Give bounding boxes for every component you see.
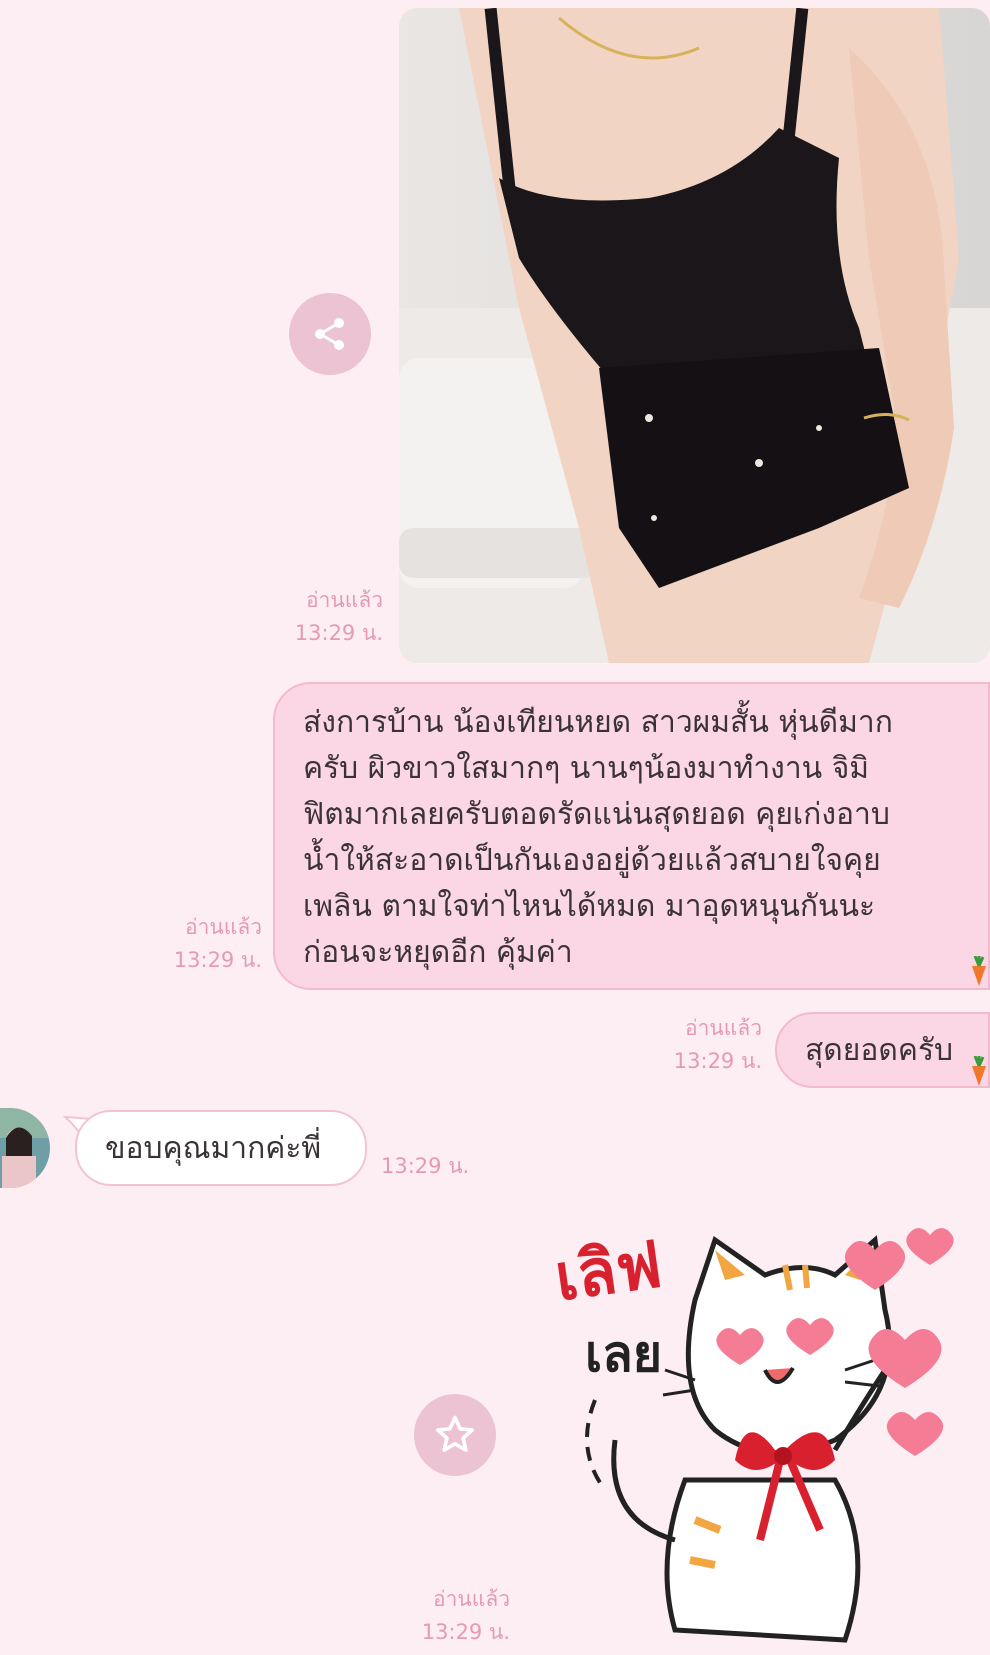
- message-time: 13:29 น.: [294, 621, 383, 645]
- sticker[interactable]: เลิฟ เลย: [545, 1220, 985, 1650]
- message-time: 13:29 น.: [173, 948, 262, 972]
- long-message-meta: อ่านแล้ว 13:29 น.: [150, 911, 262, 977]
- short-text-bubble[interactable]: สุดยอดครับ: [775, 1012, 990, 1088]
- favorite-sticker-button[interactable]: [414, 1394, 496, 1476]
- share-button[interactable]: [289, 293, 371, 375]
- photo-image: [399, 8, 990, 663]
- read-status: อ่านแล้ว: [306, 588, 383, 612]
- incoming-text-bubble[interactable]: ขอบคุณมากค่ะพี่: [75, 1110, 367, 1186]
- read-status: อ่านแล้ว: [433, 1587, 510, 1611]
- message-line: ก่อนจะหยุดอีก คุ้มค่า: [303, 935, 573, 970]
- short-message-meta: อ่านแล้ว 13:29 น.: [660, 1012, 762, 1078]
- incoming-message-meta: 13:29 น.: [381, 1150, 469, 1183]
- message-line: ครับ ผิวขาวใสมากๆ นานๆน้องมาทำงาน จิมิ: [303, 751, 870, 786]
- carrot-icon: [972, 1056, 986, 1086]
- carrot-icon: [972, 956, 986, 986]
- star-icon: [435, 1415, 475, 1452]
- message-line: น้ำให้สะอาดเป็นกันเองอยู่ด้วยแล้วสบายใจค…: [303, 843, 881, 878]
- sticker-message-meta: อ่านแล้ว 13:29 น.: [400, 1583, 510, 1649]
- long-text-bubble[interactable]: ส่งการบ้าน น้องเทียนหยด สาวผมสั้น หุ่นดี…: [273, 682, 990, 990]
- message-text: ขอบคุณมากค่ะพี่: [105, 1130, 322, 1166]
- avatar-image: [0, 1108, 50, 1188]
- message-line: เพลิน ตามใจท่าไหนได้หมด มาอุดหนุนกันนะ: [303, 889, 876, 924]
- message-line: ส่งการบ้าน น้องเทียนหยด สาวผมสั้น หุ่นดี…: [303, 705, 893, 740]
- read-status: อ่านแล้ว: [685, 1016, 762, 1040]
- share-icon: [315, 318, 344, 350]
- read-status: อ่านแล้ว: [185, 915, 262, 939]
- avatar[interactable]: [0, 1108, 50, 1188]
- message-time: 13:29 น.: [421, 1620, 510, 1644]
- message-time: 13:29 น.: [673, 1049, 762, 1073]
- message-text: สุดยอดครับ: [805, 1032, 954, 1068]
- cat-illustration: [585, 1228, 954, 1643]
- photo-message[interactable]: [399, 8, 990, 663]
- photo-message-meta: อ่านแล้ว 13:29 น.: [270, 584, 383, 650]
- message-line: ฟิตมากเลยครับตอดรัดแน่นสุดยอด คุยเก่งอาบ: [303, 797, 890, 832]
- message-time: 13:29 น.: [381, 1154, 470, 1178]
